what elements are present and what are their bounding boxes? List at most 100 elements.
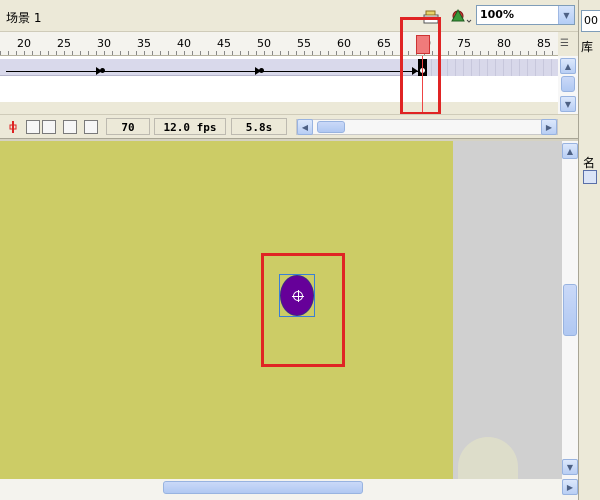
ruler-tick — [312, 51, 313, 55]
zoom-value: 100% — [480, 8, 514, 21]
ruler-tick — [56, 51, 57, 55]
ruler-tick — [272, 51, 273, 55]
ruler-tick — [544, 51, 545, 55]
ruler-label: 75 — [457, 37, 471, 50]
ruler-tick — [168, 51, 169, 55]
ruler-tick — [344, 51, 345, 55]
ruler-tick — [488, 51, 489, 55]
library-tab[interactable]: 库 — [581, 38, 593, 55]
scroll-thumb[interactable] — [563, 284, 577, 336]
ruler-tick — [8, 51, 9, 55]
timeline-ruler[interactable]: 2025303540455055606570758085 — [0, 32, 558, 56]
scroll-thumb[interactable] — [561, 76, 575, 92]
center-frame-icon[interactable] — [6, 120, 20, 134]
ruler-tick — [472, 51, 473, 55]
ruler-tick — [32, 51, 33, 55]
ruler-tick — [384, 51, 385, 55]
chevron-up-icon[interactable]: ▲ — [562, 143, 578, 159]
ruler-tick — [480, 51, 481, 55]
timeline-frames[interactable] — [0, 56, 558, 102]
offstage-area — [458, 437, 518, 479]
ruler-tick — [120, 51, 121, 55]
edit-multiple-frames-icon[interactable] — [63, 120, 77, 134]
scroll-thumb[interactable] — [317, 121, 345, 133]
ruler-label: 30 — [97, 37, 111, 50]
scroll-thumb[interactable] — [163, 481, 363, 494]
ruler-tick — [328, 51, 329, 55]
scene-label[interactable]: 场景 1 — [6, 9, 41, 26]
ruler-tick — [128, 51, 129, 55]
ruler-tick — [456, 51, 457, 55]
ruler-tick — [232, 51, 233, 55]
tween-arrow-icon — [255, 67, 261, 75]
ruler-tick — [136, 51, 137, 55]
zoom-select[interactable]: 100% ▼ — [476, 5, 575, 25]
ruler-tick — [24, 51, 25, 55]
ruler-tick — [504, 51, 505, 55]
ruler-tick — [176, 51, 177, 55]
current-frame-field: 70 — [106, 118, 150, 135]
ruler-tick — [248, 51, 249, 55]
chevron-down-icon[interactable]: ▼ — [560, 96, 576, 112]
playhead-highlight-box — [400, 17, 441, 115]
layer-row[interactable] — [0, 59, 558, 76]
ruler-tick — [72, 51, 73, 55]
ruler-tick — [104, 51, 105, 55]
tween-arrow-icon — [96, 67, 102, 75]
ruler-label: 40 — [177, 37, 191, 50]
ruler-tick — [352, 51, 353, 55]
chevron-right-icon[interactable]: ▶ — [541, 119, 557, 135]
ruler-label: 65 — [377, 37, 391, 50]
library-symbol-icon[interactable] — [583, 170, 597, 184]
edit-scene-icon[interactable] — [450, 7, 472, 25]
chevron-up-icon[interactable]: ▲ — [560, 58, 576, 74]
ruler-tick — [48, 51, 49, 55]
ruler-tick — [520, 51, 521, 55]
stage-horizontal-scrollbar[interactable]: ▶ — [0, 479, 578, 500]
ruler-tick — [184, 51, 185, 55]
ruler-tick — [448, 51, 449, 55]
ruler-tick — [288, 51, 289, 55]
ruler-label: 55 — [297, 37, 311, 50]
ruler-tick — [40, 51, 41, 55]
ruler-tick — [304, 51, 305, 55]
ruler-tick — [160, 51, 161, 55]
chevron-right-icon[interactable]: ▶ — [562, 479, 578, 495]
ruler-tick — [152, 51, 153, 55]
timeline-toolbar: 70 12.0 fps 5.8s ◀ ▶ — [0, 114, 578, 138]
ruler-label: 50 — [257, 37, 271, 50]
ruler-tick — [336, 51, 337, 55]
stage-vertical-scrollbar[interactable]: ▲ ▼ — [562, 141, 578, 479]
tween-span — [0, 59, 418, 76]
chevron-left-icon[interactable]: ◀ — [297, 119, 313, 135]
elapsed-time-field: 5.8s — [231, 118, 287, 135]
ruler-tick — [112, 51, 113, 55]
chevron-down-icon[interactable]: ▼ — [562, 459, 578, 475]
ruler-tick — [528, 51, 529, 55]
timeline-vertical-scrollbar[interactable]: ▲ ▼ — [558, 56, 578, 114]
ruler-tick — [296, 51, 297, 55]
ruler-tick — [64, 51, 65, 55]
ruler-tick — [368, 51, 369, 55]
ruler-tick — [464, 51, 465, 55]
ruler-tick — [0, 51, 1, 55]
ruler-tick — [392, 51, 393, 55]
timeline-horizontal-scrollbar[interactable]: ◀ ▶ — [296, 119, 558, 135]
ruler-tick — [536, 51, 537, 55]
stage[interactable] — [0, 141, 453, 479]
ruler-label: 85 — [537, 37, 551, 50]
frame-rate-field[interactable]: 12.0 fps — [154, 118, 226, 135]
scene-bar: 场景 1 100% ▼ — [0, 0, 578, 32]
ruler-label: 80 — [497, 37, 511, 50]
ruler-tick — [200, 51, 201, 55]
ruler-tick — [256, 51, 257, 55]
onion-skin-outline-icon[interactable] — [42, 120, 56, 134]
chevron-down-icon[interactable]: ▼ — [558, 6, 574, 24]
timeline-options-icon[interactable]: ☰ — [560, 38, 574, 50]
ruler-tick — [264, 51, 265, 55]
onion-skin-icon[interactable] — [26, 120, 40, 134]
ruler-tick — [80, 51, 81, 55]
modify-onion-markers-icon[interactable] — [84, 120, 98, 134]
right-panel-field[interactable]: 00 — [581, 10, 600, 32]
ruler-tick — [496, 51, 497, 55]
